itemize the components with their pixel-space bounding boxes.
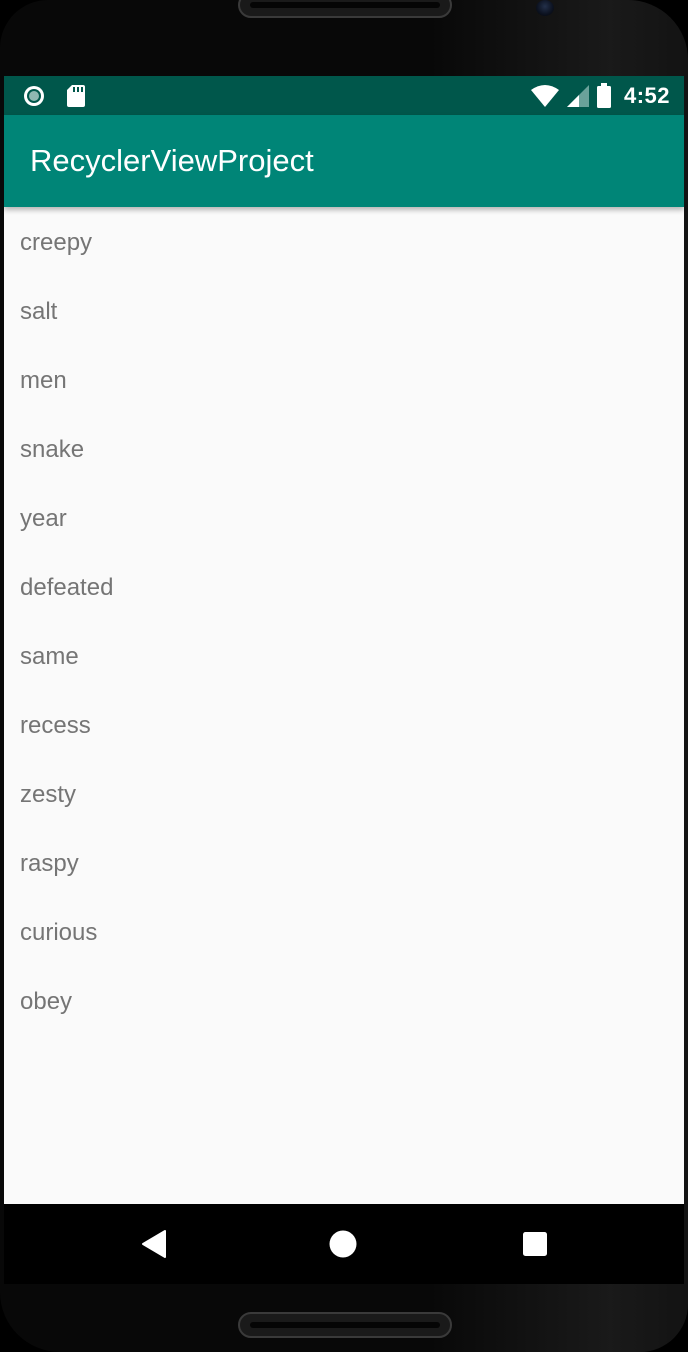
list-item[interactable]: men — [4, 345, 684, 414]
sd-card-icon — [66, 84, 86, 108]
list-item-text: zesty — [20, 781, 77, 808]
app-title: RecyclerViewProject — [30, 143, 314, 178]
status-right-icons: 4:52 — [530, 82, 670, 110]
list-item[interactable]: defeated — [4, 552, 684, 621]
list-item-text: year — [20, 505, 67, 532]
list-item[interactable]: creepy — [4, 207, 684, 276]
word-list[interactable]: creepy salt men snake year defeated same… — [4, 207, 684, 1035]
list-item-text: salt — [20, 298, 58, 325]
wifi-icon — [530, 84, 560, 108]
cell-signal-icon — [566, 84, 590, 108]
list-item[interactable]: curious — [4, 897, 684, 966]
navigation-bar — [4, 1204, 684, 1284]
list-item-text: curious — [20, 919, 98, 946]
bottom-speaker — [238, 1312, 452, 1338]
device-screen: 4:52 RecyclerViewProject creepy salt men… — [4, 76, 684, 1284]
list-item[interactable]: raspy — [4, 828, 684, 897]
back-button[interactable] — [138, 1228, 170, 1260]
home-icon — [328, 1229, 358, 1259]
recents-icon — [521, 1230, 549, 1258]
recents-button[interactable] — [519, 1228, 551, 1260]
home-button[interactable] — [327, 1228, 359, 1260]
list-item-text: creepy — [20, 229, 93, 256]
top-speaker — [238, 0, 452, 18]
list-item[interactable]: obey — [4, 966, 684, 1035]
list-item[interactable]: zesty — [4, 759, 684, 828]
list-item-text: men — [20, 367, 67, 394]
status-left-icons — [22, 84, 86, 108]
list-item-text: raspy — [20, 850, 79, 877]
back-icon — [141, 1229, 167, 1259]
list-item-text: defeated — [20, 574, 114, 601]
status-time: 4:52 — [623, 83, 670, 108]
list-item[interactable]: snake — [4, 414, 684, 483]
list-item[interactable]: recess — [4, 690, 684, 759]
app-toolbar: RecyclerViewProject — [4, 115, 684, 207]
notification-circle-icon — [22, 84, 46, 108]
battery-icon — [596, 83, 612, 109]
list-item-text: same — [20, 643, 79, 670]
list-item[interactable]: same — [4, 621, 684, 690]
list-item-text: snake — [20, 436, 85, 463]
front-camera — [536, 0, 554, 16]
status-bar: 4:52 — [4, 76, 684, 115]
list-item-text: recess — [20, 712, 91, 739]
list-item[interactable]: year — [4, 483, 684, 552]
list-item[interactable]: salt — [4, 276, 684, 345]
list-item-text: obey — [20, 988, 73, 1015]
